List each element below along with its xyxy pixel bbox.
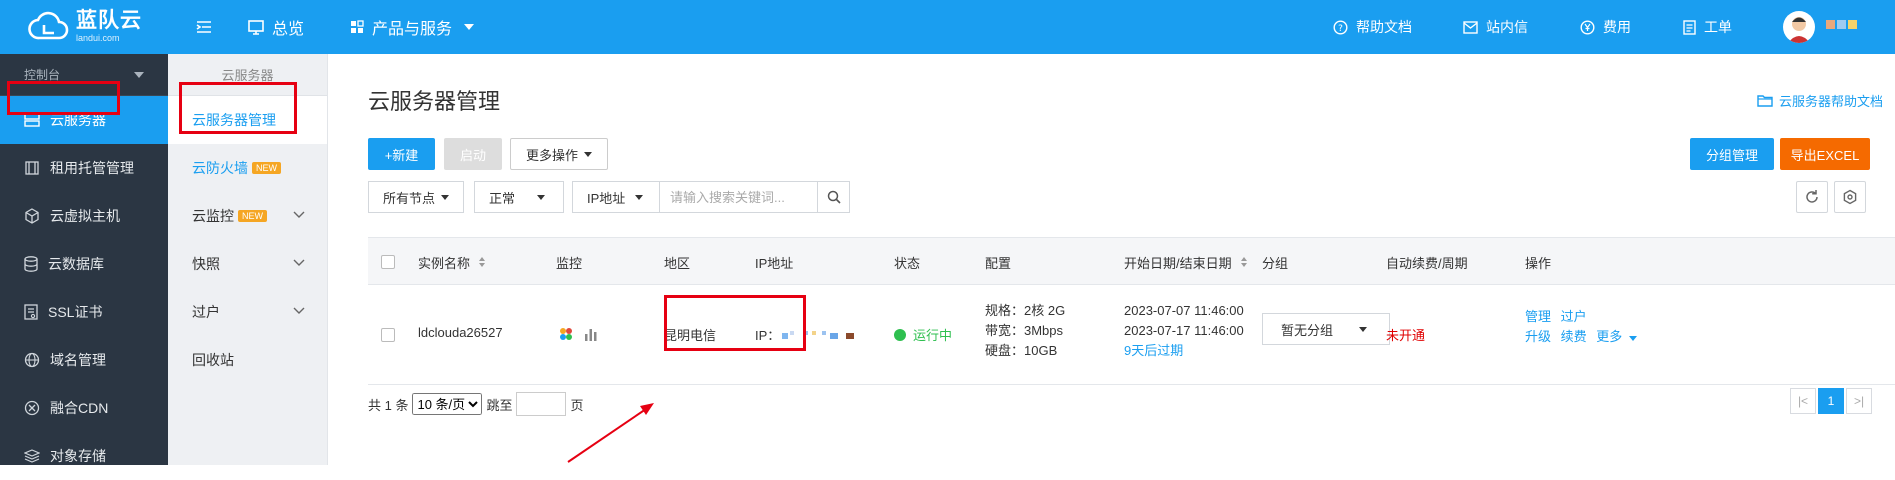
brand-logo[interactable]: 蓝队云 landui.com: [28, 10, 142, 43]
total-count: 共 1 条: [368, 397, 409, 413]
current-page-button[interactable]: 1: [1818, 388, 1844, 414]
avatar[interactable]: [1783, 11, 1815, 43]
tickets-link[interactable]: 工单: [1683, 0, 1732, 54]
pagination-bar: 共 1 条 10 条/页 跳至 页: [368, 392, 584, 416]
chevron-down-icon: [134, 71, 144, 78]
tickets-label: 工单: [1704, 19, 1732, 35]
sidebar-item-ssl[interactable]: SSL证书: [0, 288, 168, 336]
console-label: 控制台: [24, 68, 61, 82]
sidebar-item-database[interactable]: 云数据库: [0, 240, 168, 288]
messages-link[interactable]: 站内信: [1463, 0, 1528, 54]
sidebar-item-label: 对象存储: [50, 448, 106, 464]
sub-item-label: 回收站: [192, 352, 234, 368]
sub-item-recycle[interactable]: 回收站: [168, 336, 327, 384]
goto-label: 跳至: [486, 397, 513, 413]
sidebar-item-label: 域名管理: [50, 352, 106, 368]
sub-item-label: 过户: [192, 304, 220, 320]
brand-name: 蓝队云: [76, 9, 142, 32]
help-docs-label: 帮助文档: [1356, 19, 1412, 35]
cube-icon: [25, 208, 39, 224]
new-badge: NEW: [252, 162, 281, 174]
sidebar-item-virtual-host[interactable]: 云虚拟主机: [0, 192, 168, 240]
svg-text:?: ?: [1338, 24, 1343, 34]
sidebar-item-label: 融合CDN: [50, 400, 109, 416]
rack-icon: [25, 161, 39, 175]
ticket-icon: [1683, 19, 1696, 35]
grid-icon: [351, 20, 364, 33]
next-page-button[interactable]: >|: [1846, 388, 1872, 414]
nav-overview[interactable]: 总览: [248, 0, 304, 54]
fees-label: 费用: [1603, 19, 1631, 35]
help-docs-link[interactable]: ? 帮助文档: [1333, 0, 1412, 54]
sidebar-item-storage[interactable]: 对象存储: [0, 432, 168, 480]
console-header[interactable]: 控制台: [0, 54, 168, 96]
chevron-down-icon: [293, 259, 305, 266]
sidebar-item-label: SSL证书: [48, 304, 103, 320]
messages-label: 站内信: [1486, 19, 1528, 35]
sidebar-item-label: 租用托管管理: [50, 160, 134, 176]
sidebar-item-cdn[interactable]: 融合CDN: [0, 384, 168, 432]
cloud-logo-icon: [28, 11, 69, 39]
main-content: 云服务器管理 云服务器帮助文档 +新建 启动 更多操作 分组管理 导出EXCEL…: [328, 54, 1895, 465]
page-unit-label: 页: [570, 397, 584, 413]
menu-toggle-icon[interactable]: [196, 0, 220, 54]
mail-icon: [1463, 20, 1478, 34]
storage-icon: [24, 449, 40, 463]
sidebar-item-label: 云数据库: [48, 256, 104, 272]
sidebar-item-cloud-server[interactable]: 云服务器: [0, 96, 168, 144]
sidebar-item-label: 云虚拟主机: [50, 208, 120, 224]
sub-item-label: 云监控: [192, 208, 234, 224]
sidebar-item-hosting[interactable]: 租用托管管理: [0, 144, 168, 192]
top-bar: 蓝队云 landui.com 总览 产品与服务 ? 帮助文档 站内信 费用 工单: [0, 0, 1895, 54]
globe-icon: [24, 352, 40, 368]
sub-item-server-manage[interactable]: 云服务器管理: [168, 96, 327, 144]
sub-item-firewall[interactable]: 云防火墙 NEW: [168, 144, 327, 192]
sub-item-transfer[interactable]: 过户: [168, 288, 327, 336]
nav-overview-label: 总览: [272, 21, 305, 38]
main-sidebar: 控制台 云服务器 租用托管管理 云虚拟主机 云数据库 SSL证书 域名管理 融合…: [0, 54, 168, 465]
brand-domain: landui.com: [76, 33, 120, 43]
sub-item-label: 云防火墙: [192, 160, 248, 176]
sub-item-label: 快照: [192, 256, 220, 272]
sub-sidebar: 云服务器 云服务器管理 云防火墙 NEW 云监控 NEW 快照 过户 回收站: [168, 54, 328, 465]
username-redacted: [1826, 20, 1857, 29]
database-icon: [24, 256, 38, 272]
fees-link[interactable]: 费用: [1580, 0, 1631, 54]
goto-page-input[interactable]: [516, 392, 567, 416]
nav-products-label: 产品与服务: [372, 21, 453, 38]
new-badge: NEW: [238, 210, 267, 222]
cdn-icon: [24, 400, 40, 416]
chevron-down-icon: [293, 211, 305, 218]
nav-products[interactable]: 产品与服务: [350, 0, 475, 54]
chevron-down-icon: [464, 24, 475, 30]
page-size-select[interactable]: 10 条/页: [412, 393, 483, 415]
monitor-icon: [248, 19, 264, 35]
yen-icon: [1580, 19, 1595, 35]
sub-item-label: 云服务器管理: [192, 112, 276, 128]
chevron-down-icon: [293, 307, 305, 314]
sidebar-item-domain[interactable]: 域名管理: [0, 336, 168, 384]
sub-item-snapshot[interactable]: 快照: [168, 240, 327, 288]
sidebar-item-label: 云服务器: [50, 112, 106, 128]
certificate-icon: [24, 304, 38, 320]
sub-item-monitor[interactable]: 云监控 NEW: [168, 192, 327, 240]
question-icon: ?: [1333, 19, 1348, 35]
server-icon: [24, 113, 40, 127]
prev-page-button[interactable]: |<: [1790, 388, 1816, 414]
sub-sidebar-title: 云服务器: [168, 54, 327, 96]
